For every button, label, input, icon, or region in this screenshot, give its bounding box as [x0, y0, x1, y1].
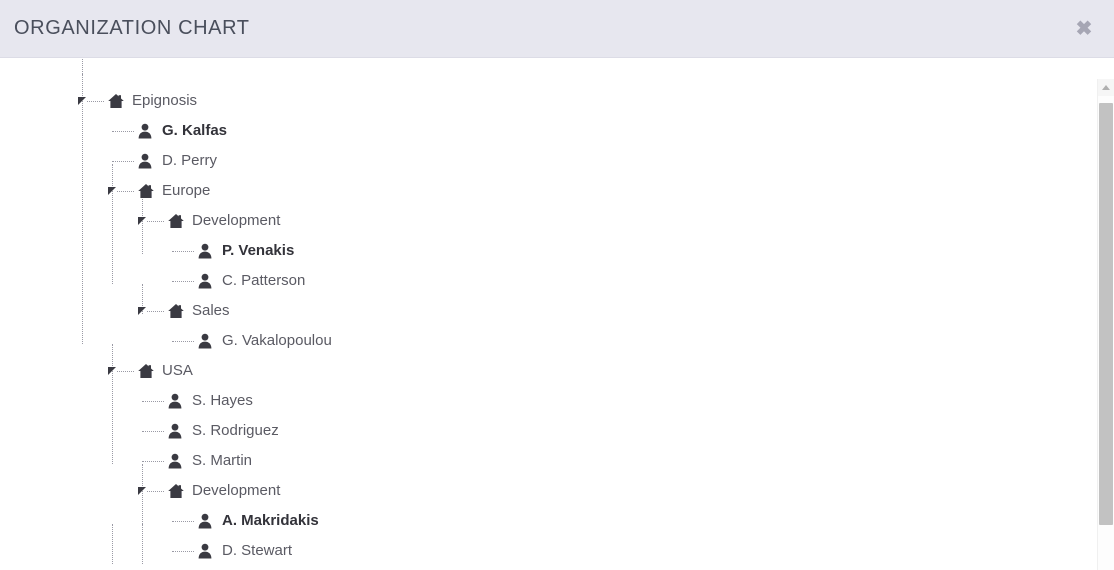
tree-connector-line: [172, 251, 194, 252]
expander-triangle-icon[interactable]: [138, 217, 147, 226]
tree-node[interactable]: C. Patterson: [0, 266, 1114, 296]
tree-node[interactable]: D. Stewart: [0, 536, 1114, 566]
expander-triangle-icon[interactable]: [108, 187, 117, 196]
tree-connector-line: [112, 131, 134, 132]
page-title: ORGANIZATION CHART: [14, 17, 250, 40]
tree-scroll-container[interactable]: EpignosisG. KalfasD. PerryEuropeDevelopm…: [0, 59, 1114, 570]
tree-connector-line: [87, 101, 104, 102]
tree-connector-line: [147, 311, 164, 312]
tree-node-label-d-perry[interactable]: D. Perry: [162, 146, 217, 176]
tree-node[interactable]: G. Kalfas: [0, 116, 1114, 146]
org-tree: EpignosisG. KalfasD. PerryEuropeDevelopm…: [0, 59, 1114, 566]
tree-node[interactable]: S. Rodriguez: [0, 416, 1114, 446]
tree-node[interactable]: D. Perry: [0, 146, 1114, 176]
home-icon: [137, 356, 155, 386]
tree-connector-line: [117, 371, 134, 372]
caret-up-icon[interactable]: [1098, 79, 1114, 96]
person-icon: [197, 266, 215, 296]
tree-node-label-us-development[interactable]: Development: [192, 476, 280, 506]
tree-node[interactable]: Development: [0, 476, 1114, 506]
person-icon: [167, 416, 185, 446]
home-icon: [167, 296, 185, 326]
vertical-scrollbar[interactable]: [1097, 79, 1114, 570]
expander-triangle-icon[interactable]: [108, 367, 117, 376]
tree-node-label-s-hayes[interactable]: S. Hayes: [192, 386, 253, 416]
organization-chart-modal: ORGANIZATION CHART ✖ EpignosisG. KalfasD…: [0, 0, 1114, 570]
tree-node[interactable]: USA: [0, 356, 1114, 386]
tree-connector-line: [117, 191, 134, 192]
close-icon[interactable]: ✖: [1071, 16, 1097, 42]
home-icon: [107, 86, 125, 116]
tree-node[interactable]: Europe: [0, 176, 1114, 206]
tree-node-label-d-stewart[interactable]: D. Stewart: [222, 536, 292, 566]
person-icon: [137, 116, 155, 146]
tree-node-label-epignosis[interactable]: Epignosis: [132, 86, 197, 116]
tree-node[interactable]: Development: [0, 206, 1114, 236]
tree-node-label-usa[interactable]: USA: [162, 356, 193, 386]
tree-connector-line: [112, 161, 134, 162]
expander-triangle-icon[interactable]: [138, 307, 147, 316]
scrollbar-thumb[interactable]: [1099, 103, 1113, 525]
tree-node-label-europe[interactable]: Europe: [162, 176, 210, 206]
tree-connector-line: [172, 281, 194, 282]
expander-triangle-icon[interactable]: [138, 487, 147, 496]
person-icon: [197, 326, 215, 356]
tree-node-label-g-kalfas[interactable]: G. Kalfas: [162, 116, 227, 146]
tree-connector-line: [172, 341, 194, 342]
tree-connector-line: [142, 401, 164, 402]
tree-node-label-s-rodriguez[interactable]: S. Rodriguez: [192, 416, 279, 446]
tree-node-label-eu-sales[interactable]: Sales: [192, 296, 230, 326]
tree-node-label-a-makridakis[interactable]: A. Makridakis: [222, 506, 319, 536]
tree-connector-line: [142, 461, 164, 462]
tree-connector-line: [172, 551, 194, 552]
tree-node-label-s-martin[interactable]: S. Martin: [192, 446, 252, 476]
tree-node[interactable]: Epignosis: [0, 86, 1114, 116]
person-icon: [137, 146, 155, 176]
tree-node[interactable]: S. Hayes: [0, 386, 1114, 416]
tree-node[interactable]: G. Vakalopoulou: [0, 326, 1114, 356]
person-icon: [167, 386, 185, 416]
modal-header: ORGANIZATION CHART ✖: [0, 0, 1114, 58]
person-icon: [197, 236, 215, 266]
home-icon: [167, 206, 185, 236]
person-icon: [197, 536, 215, 566]
tree-node-label-eu-development[interactable]: Development: [192, 206, 280, 236]
tree-connector-line: [82, 59, 83, 74]
tree-node-label-c-patterson[interactable]: C. Patterson: [222, 266, 305, 296]
person-icon: [197, 506, 215, 536]
home-icon: [137, 176, 155, 206]
tree-node[interactable]: A. Makridakis: [0, 506, 1114, 536]
tree-node[interactable]: S. Martin: [0, 446, 1114, 476]
home-icon: [167, 476, 185, 506]
tree-connector-line: [142, 431, 164, 432]
tree-node-label-g-vakalopoulou[interactable]: G. Vakalopoulou: [222, 326, 332, 356]
tree-node[interactable]: P. Venakis: [0, 236, 1114, 266]
tree-node[interactable]: Sales: [0, 296, 1114, 326]
tree-connector-line: [172, 521, 194, 522]
tree-node-label-p-venakis[interactable]: P. Venakis: [222, 236, 294, 266]
expander-triangle-icon[interactable]: [78, 97, 87, 106]
person-icon: [167, 446, 185, 476]
tree-connector-line: [147, 491, 164, 492]
tree-connector-line: [147, 221, 164, 222]
